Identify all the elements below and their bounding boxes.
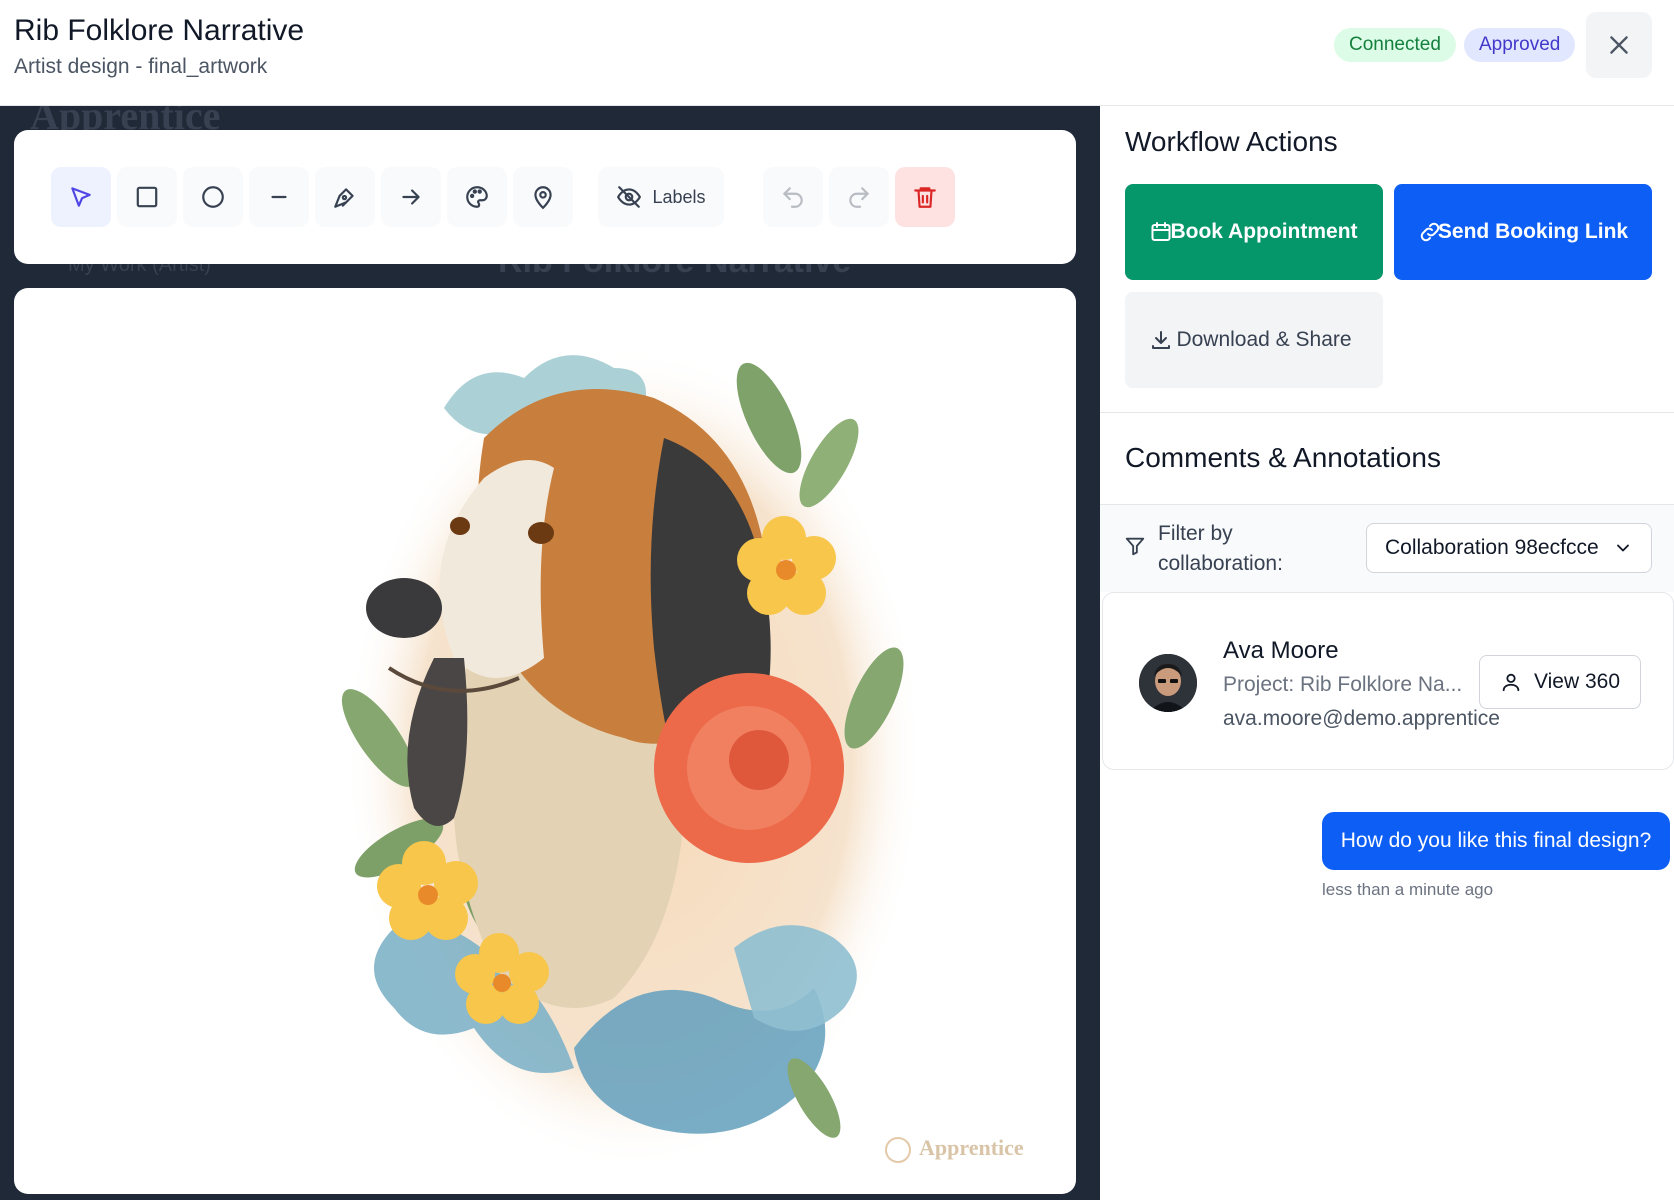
chat-message-time: less than a minute ago: [1322, 880, 1494, 899]
download-share-button[interactable]: Download & Share: [1125, 292, 1383, 388]
avatar: [1139, 654, 1197, 712]
collaboration-select[interactable]: Collaboration 98ecfcce: [1366, 523, 1652, 573]
redo-button[interactable]: [829, 167, 889, 227]
view-360-button[interactable]: View 360: [1479, 655, 1641, 709]
undo-button[interactable]: [763, 167, 823, 227]
collaborator-name: Ava Moore: [1223, 637, 1339, 664]
arrow-tool-button[interactable]: [381, 167, 441, 227]
connected-badge: Connected: [1334, 28, 1456, 62]
line-icon: [271, 195, 287, 199]
close-icon: [1610, 36, 1628, 54]
delete-button[interactable]: [895, 167, 955, 227]
send-booking-link-button[interactable]: Send Booking Link: [1394, 184, 1652, 280]
user-icon: [1502, 673, 1520, 692]
circle-tool-button[interactable]: [183, 167, 243, 227]
color-tool-button[interactable]: [447, 167, 507, 227]
rectangle-tool-button[interactable]: [117, 167, 177, 227]
section-divider: [1100, 412, 1674, 413]
workflow-actions-title: Workflow Actions: [1125, 126, 1338, 157]
approved-badge: Approved: [1464, 28, 1576, 62]
download-icon: [1152, 331, 1170, 349]
chat-message: How do you like this final design?: [1322, 812, 1670, 870]
comments-title: Comments & Annotations: [1125, 442, 1441, 473]
modal-header: Rib Folklore Narrative Artist design - f…: [0, 0, 1674, 106]
labels-toggle-button[interactable]: Labels: [598, 167, 724, 227]
redo-icon: [849, 187, 869, 208]
collaboration-select-value: Collaboration 98ecfcce: [1385, 536, 1599, 559]
watermark-text: Apprentice: [919, 1135, 1024, 1160]
artwork-image-card[interactable]: Apprentice: [14, 288, 1076, 1194]
link-icon: [1420, 222, 1440, 242]
pin-icon: [534, 186, 552, 210]
artwork-illustration: [341, 348, 924, 1168]
annotation-toolbar: Labels: [14, 130, 1076, 264]
calendar-icon: [1151, 222, 1171, 241]
book-appointment-button[interactable]: Book Appointment: [1125, 184, 1383, 280]
rectangle-icon: [136, 186, 158, 208]
circle-icon: [202, 186, 224, 208]
undo-icon: [783, 187, 803, 208]
pen-icon: [334, 188, 354, 208]
select-icon: [71, 187, 91, 207]
page-subtitle: Artist design - final_artwork: [14, 55, 268, 78]
eye-off-icon: [617, 186, 642, 208]
collaborator-card: Ava Moore Project: Rib Folklore Na... av…: [1102, 592, 1674, 770]
side-panel: Workflow Actions Book Appointment Send B…: [1100, 106, 1674, 1200]
pen-tool-button[interactable]: [315, 167, 375, 227]
trash-icon: [914, 187, 936, 208]
filter-icon: [1125, 537, 1145, 556]
view-360-label: View 360: [1533, 670, 1620, 693]
page-title: Rib Folklore Narrative: [14, 14, 305, 47]
collaboration-filter-row: Filter by collaboration: Collaboration 9…: [1100, 504, 1674, 592]
labels-toggle-text: Labels: [652, 186, 706, 207]
filter-label: Filter by collaboration:: [1158, 522, 1283, 575]
avatar-image: [1139, 654, 1197, 712]
close-button[interactable]: [1586, 12, 1652, 78]
annotation-canvas-area: Apprentice My Work (Artist) Rib Folklore…: [0, 106, 1100, 1200]
collaborator-email: ava.moore@demo.apprentice: [1223, 707, 1500, 730]
collaborator-project: Project: Rib Folklore Na...: [1223, 673, 1463, 696]
chevron-down-icon: [1617, 544, 1629, 552]
palette-icon: [466, 186, 488, 208]
arrow-icon: [402, 189, 420, 205]
pin-tool-button[interactable]: [513, 167, 573, 227]
line-tool-button[interactable]: [249, 167, 309, 227]
select-tool-button[interactable]: [51, 167, 111, 227]
